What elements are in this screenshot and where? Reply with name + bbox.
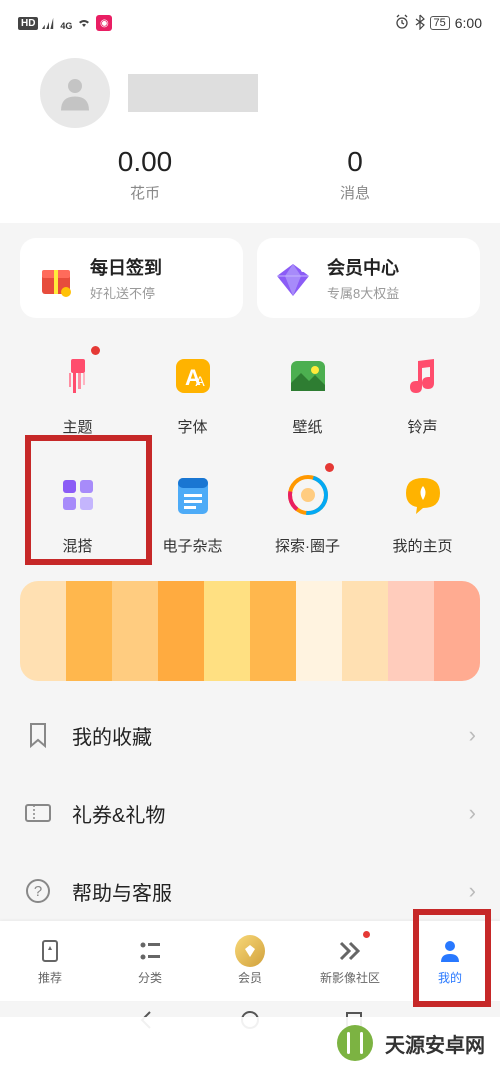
person-icon: [435, 936, 465, 966]
user-name-redacted: [128, 74, 258, 112]
member-title: 会员中心: [327, 254, 399, 280]
forward-icon: [335, 936, 365, 966]
wifi-icon: [76, 15, 92, 32]
messages-stat[interactable]: 0 消息: [250, 146, 460, 203]
watermark-text: 天源安卓网: [385, 1029, 485, 1058]
nav-recommend[interactable]: 推荐: [0, 921, 100, 1001]
font-icon: AA: [165, 348, 221, 404]
list-label: 帮助与客服: [72, 877, 449, 906]
list-row-help[interactable]: ? 帮助与客服 ›: [24, 852, 476, 930]
svg-text:A: A: [195, 373, 205, 389]
grid-label: 我的主页: [392, 535, 452, 556]
grid-label: 主题: [62, 416, 92, 437]
nav-label: 推荐: [38, 969, 62, 986]
grid-label: 壁纸: [292, 416, 322, 437]
svg-text:?: ?: [34, 883, 42, 900]
grid-item-mix[interactable]: 混搭: [20, 467, 135, 556]
daily-checkin-card[interactable]: 每日签到 好礼送不停: [20, 238, 243, 318]
promo-banner[interactable]: [20, 581, 480, 681]
ribbon-icon: [35, 936, 65, 966]
ticket-icon: [24, 799, 52, 827]
category-grid: 主题 AA 字体 壁纸 铃声 混搭 电子杂志: [20, 348, 480, 556]
grid-item-magazine[interactable]: 电子杂志: [135, 467, 250, 556]
nav-label: 我的: [438, 969, 462, 986]
bottom-nav: 推荐 分类 会员 新影像社区 我的: [0, 921, 500, 1001]
watermark: 天源安卓网: [0, 1017, 500, 1069]
member-sub: 专属8大权益: [327, 283, 399, 302]
status-time: 6:00: [455, 15, 482, 31]
nav-categories[interactable]: 分类: [100, 921, 200, 1001]
grid-item-ringtone[interactable]: 铃声: [365, 348, 480, 437]
messages-value: 0: [250, 146, 460, 178]
grid-item-explore[interactable]: 探索·圈子: [250, 467, 365, 556]
bookmark-icon: [24, 721, 52, 749]
hd-badge: HD: [18, 17, 38, 30]
help-icon: ?: [24, 877, 52, 905]
messages-label: 消息: [250, 182, 460, 203]
alarm-icon: [394, 14, 410, 33]
list-label: 礼券&礼物: [72, 799, 449, 828]
bluetooth-icon: [415, 14, 425, 33]
grid-item-homepage[interactable]: 我的主页: [365, 467, 480, 556]
avatar[interactable]: [40, 58, 110, 128]
checkin-sub: 好礼送不停: [90, 283, 162, 302]
brush-icon: [50, 348, 106, 404]
list-label: 我的收藏: [72, 721, 449, 750]
gift-icon: [34, 256, 78, 300]
chevron-right-icon: ›: [469, 878, 476, 904]
grid-item-font[interactable]: AA 字体: [135, 348, 250, 437]
grid-label: 铃声: [407, 416, 437, 437]
balance-stat[interactable]: 0.00 花币: [40, 146, 250, 203]
nav-mine[interactable]: 我的: [400, 921, 500, 1001]
list-row-coupons[interactable]: 礼券&礼物 ›: [24, 774, 476, 852]
apps-icon: [50, 467, 106, 523]
image-icon: [280, 348, 336, 404]
status-bar: HD 4G ◉ 75 6:00: [0, 3, 500, 43]
grid-item-theme[interactable]: 主题: [20, 348, 135, 437]
profile-card: 0.00 花币 0 消息: [20, 43, 480, 223]
checkin-title: 每日签到: [90, 254, 162, 280]
diamond-icon: [271, 256, 315, 300]
app-icon: ◉: [96, 15, 112, 31]
magazine-icon: [165, 467, 221, 523]
balance-label: 花币: [40, 182, 250, 203]
nav-label: 分类: [138, 969, 162, 986]
lens-icon: [280, 467, 336, 523]
nav-community[interactable]: 新影像社区: [300, 921, 400, 1001]
member-center-card[interactable]: 会员中心 专属8大权益: [257, 238, 480, 318]
nav-label: 新影像社区: [320, 969, 380, 986]
categories-icon: [135, 936, 165, 966]
chevron-right-icon: ›: [469, 722, 476, 748]
list-row-favorites[interactable]: 我的收藏 ›: [24, 696, 476, 774]
music-icon: [395, 348, 451, 404]
nav-label: 会员: [238, 969, 262, 986]
nav-member[interactable]: 会员: [200, 921, 300, 1001]
member-icon: [235, 936, 265, 966]
grid-label: 混搭: [62, 535, 92, 556]
grid-label: 探索·圈子: [275, 535, 340, 556]
watermark-logo-icon: [337, 1025, 373, 1061]
battery-indicator: 75: [430, 16, 450, 30]
chat-icon: [395, 467, 451, 523]
signal-icon: 4G: [42, 15, 72, 32]
grid-label: 字体: [177, 416, 207, 437]
grid-item-wallpaper[interactable]: 壁纸: [250, 348, 365, 437]
grid-label: 电子杂志: [162, 535, 222, 556]
chevron-right-icon: ›: [469, 800, 476, 826]
balance-value: 0.00: [40, 146, 250, 178]
